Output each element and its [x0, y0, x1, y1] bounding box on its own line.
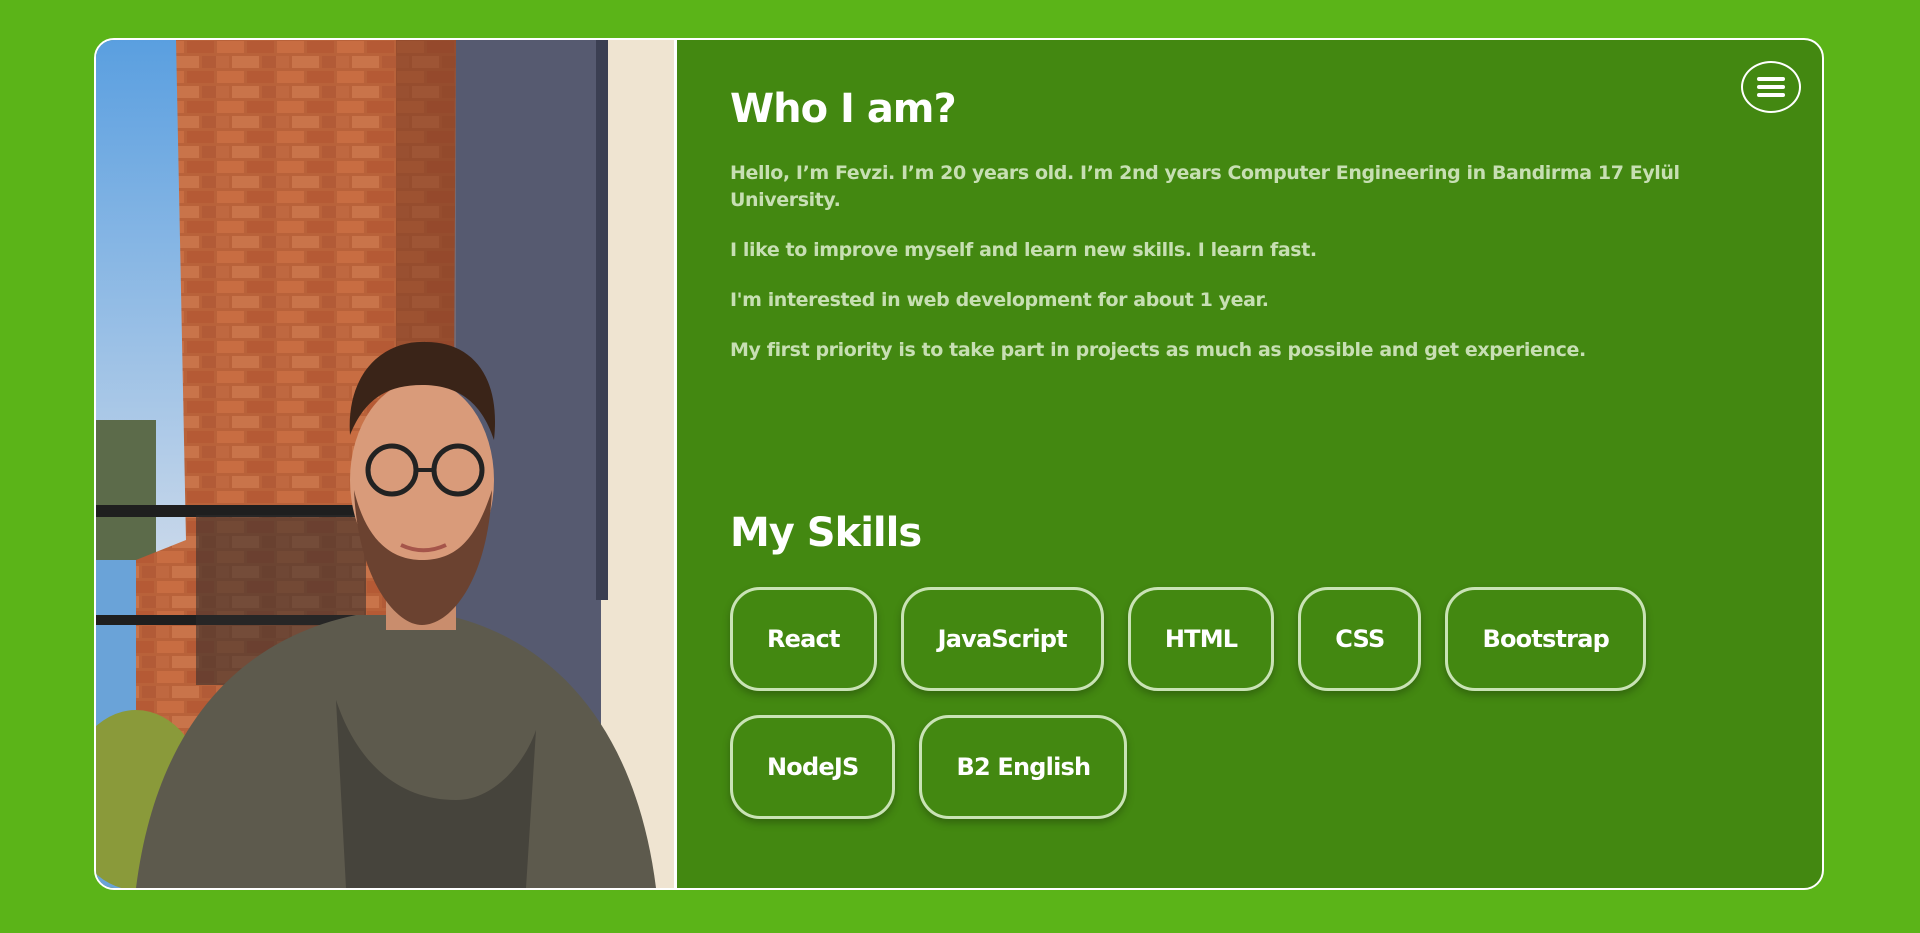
about-paragraph: Hello, I’m Fevzi. I’m 20 years old. I’m …	[730, 162, 1680, 211]
skill-css[interactable]: CSS	[1298, 587, 1422, 691]
about-paragraph: My first priority is to take part in pro…	[730, 339, 1586, 361]
skill-b2-english[interactable]: B2 English	[919, 715, 1128, 819]
hamburger-menu-icon[interactable]	[1741, 61, 1801, 113]
skill-javascript[interactable]: JavaScript	[900, 587, 1104, 691]
about-content: Who I am? Hello, I’m Fevzi. I’m 20 years…	[676, 40, 1822, 888]
menu-line	[1757, 85, 1785, 89]
skill-bootstrap[interactable]: Bootstrap	[1445, 587, 1646, 691]
about-paragraph: I'm interested in web development for ab…	[730, 289, 1269, 311]
skills-title: My Skills	[730, 510, 922, 556]
menu-line	[1757, 93, 1785, 97]
skill-react[interactable]: React	[730, 587, 877, 691]
portrait-photo-illustration	[96, 40, 674, 888]
about-paragraphs: Hello, I’m Fevzi. I’m 20 years old. I’m …	[730, 160, 1790, 387]
profile-photo	[96, 40, 677, 888]
about-paragraph: I like to improve myself and learn new s…	[730, 239, 1317, 261]
skill-nodejs[interactable]: NodeJS	[730, 715, 896, 819]
profile-card: Who I am? Hello, I’m Fevzi. I’m 20 years…	[94, 38, 1824, 890]
skill-html[interactable]: HTML	[1127, 587, 1275, 691]
skills-list: React JavaScript HTML CSS Bootstrap Node…	[730, 587, 1730, 819]
menu-line	[1757, 77, 1785, 81]
about-title: Who I am?	[730, 86, 957, 132]
